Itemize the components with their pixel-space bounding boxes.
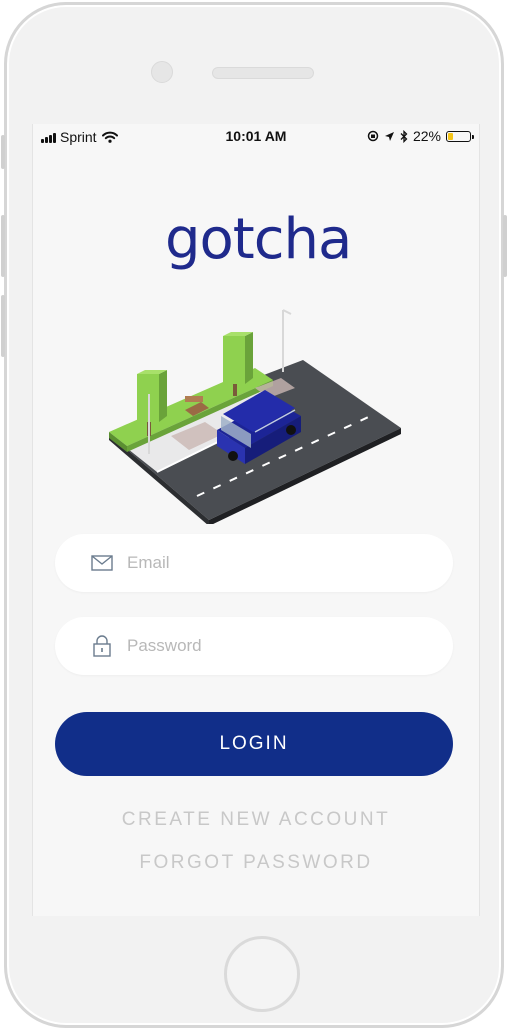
earpiece-speaker xyxy=(212,67,314,79)
volume-down-button xyxy=(1,295,5,357)
app-screen: Sprint 10:01 AM 22% gotcha Email LOGIN C… xyxy=(32,124,480,916)
street-car-illustration xyxy=(109,309,401,524)
battery-percent: 22% xyxy=(412,128,441,144)
rotation-lock-icon xyxy=(367,130,379,142)
bluetooth-icon xyxy=(400,129,408,143)
logo-text: gotcha xyxy=(165,207,349,272)
email-field[interactable] xyxy=(55,534,453,592)
silent-switch xyxy=(1,135,5,169)
forgot-password-link[interactable]: FORGOT PASSWORD xyxy=(33,852,479,874)
envelope-icon xyxy=(91,552,113,574)
front-camera xyxy=(151,61,173,83)
login-button[interactable]: LOGIN xyxy=(55,712,453,776)
location-icon xyxy=(384,131,394,141)
email-input[interactable] xyxy=(125,552,429,574)
lock-icon xyxy=(91,635,113,657)
power-button xyxy=(503,215,507,277)
volume-up-button xyxy=(1,215,5,277)
home-button[interactable] xyxy=(224,936,300,1012)
password-input[interactable] xyxy=(125,635,429,657)
battery-icon xyxy=(446,130,474,142)
password-field[interactable] xyxy=(55,617,453,675)
create-account-link[interactable]: CREATE NEW ACCOUNT xyxy=(33,809,479,831)
status-bar: Sprint 10:01 AM 22% xyxy=(33,124,479,150)
gotcha-logo: gotcha xyxy=(165,207,349,272)
